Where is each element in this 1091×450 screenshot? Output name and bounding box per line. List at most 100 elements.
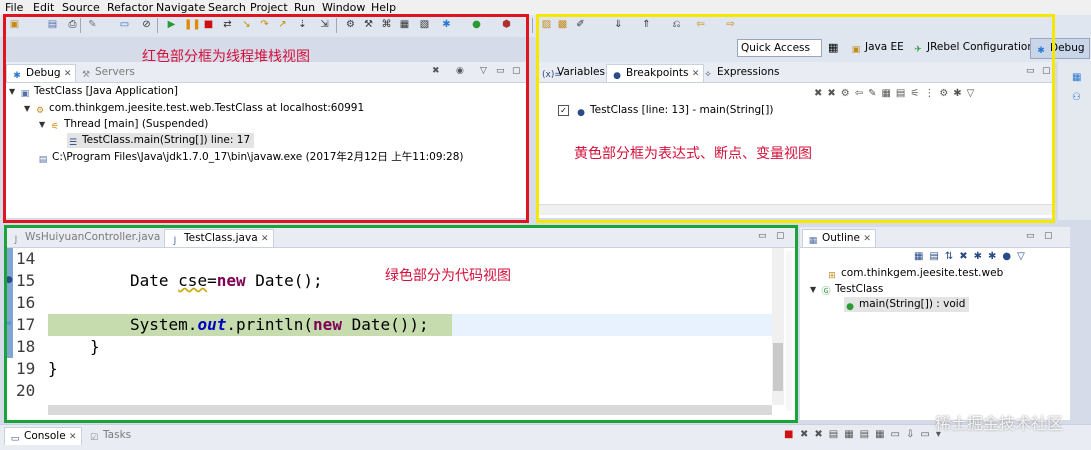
menu-navigate[interactable]: Navigate: [156, 1, 205, 14]
tool-b-icon[interactable]: ⌘: [380, 18, 393, 31]
perspective-java-ee[interactable]: ▣ Java EE: [850, 41, 904, 56]
tool-d-icon[interactable]: ▧: [418, 18, 431, 31]
view-menu-icon[interactable]: ▽: [480, 66, 487, 76]
outline-package[interactable]: ⊞ com.thinkgem.jeesite.test.web: [826, 266, 1003, 281]
close-icon[interactable]: ✕: [69, 432, 77, 442]
console-icon[interactable]: ▭: [118, 18, 131, 31]
tree-item-process[interactable]: ▤ C:\Program Files\Java\jdk1.7.0_17\bin\j…: [37, 150, 464, 165]
next-annotation-icon[interactable]: ⇓: [612, 18, 625, 31]
open-perspective-icon[interactable]: ▦: [828, 41, 838, 54]
open-task-icon[interactable]: ▩: [556, 18, 569, 31]
tab-variables[interactable]: (x)=Variables: [538, 64, 609, 81]
trim-icon-2[interactable]: ⚇: [1072, 92, 1081, 103]
last-edit-icon[interactable]: ⎌: [670, 18, 683, 31]
terminate-icon[interactable]: ■: [202, 18, 215, 31]
tab-debug[interactable]: ✱ Debug ✕: [6, 64, 77, 82]
close-icon[interactable]: ✕: [64, 69, 72, 79]
outline-method[interactable]: ● main(String[]) : void: [844, 297, 970, 312]
breakpoint-marker-icon: ●: [577, 108, 585, 118]
tab-breakpoints[interactable]: ● Breakpoints ✕: [606, 64, 705, 82]
minimize-icon[interactable]: ▭: [496, 66, 505, 76]
debug-run-icon[interactable]: ✱: [440, 18, 453, 31]
open-type-icon[interactable]: ▨: [540, 18, 553, 31]
close-icon[interactable]: ✕: [863, 234, 871, 244]
menu-edit[interactable]: Edit: [33, 1, 54, 14]
breakpoint-gutter-icon[interactable]: ●: [5, 275, 13, 285]
tab-expressions[interactable]: ✧ Expressions: [698, 64, 783, 81]
code-line-19[interactable]: }: [48, 358, 58, 380]
tree-item-target[interactable]: ▼ ⚙ com.thinkgem.jeesite.test.web.TestClas…: [24, 101, 364, 116]
maximize-icon[interactable]: ▢: [512, 66, 521, 76]
code-line-18[interactable]: }: [90, 336, 100, 358]
breakpoint-item[interactable]: ✓ ● TestClass [line: 13] - main(String[]): [558, 103, 773, 118]
new-icon[interactable]: ▣: [8, 18, 21, 31]
menu-bar: File Edit Source Refactor Navigate Searc…: [0, 0, 1091, 15]
forward-icon[interactable]: ⇨: [724, 18, 737, 31]
vertical-scrollbar[interactable]: [772, 248, 784, 405]
horizontal-scrollbar[interactable]: [48, 405, 772, 415]
terminate-console-icon[interactable]: ■: [784, 429, 793, 440]
code-line-15[interactable]: Date cse=new Date();: [130, 270, 323, 292]
tool-a-icon[interactable]: ⚒: [362, 18, 375, 31]
resume-icon[interactable]: ▶: [165, 18, 178, 31]
minimize-icon[interactable]: ▭: [758, 231, 767, 241]
minimize-icon[interactable]: ▭: [1026, 66, 1035, 76]
menu-search[interactable]: Search: [208, 1, 246, 14]
close-icon[interactable]: ✕: [261, 234, 269, 244]
step-into-icon[interactable]: ↘: [240, 18, 253, 31]
editor-annotation: 绿色部分为代码视图: [385, 268, 511, 284]
jrebel-icon: ✈: [914, 45, 922, 55]
run-icon[interactable]: ●: [470, 18, 483, 31]
console-toolbar[interactable]: ✖✖▤▦▤▦▭⇩▭▾: [800, 429, 947, 440]
use-step-filters-icon[interactable]: ⇲: [318, 18, 331, 31]
quick-access-input[interactable]: Quick Access: [737, 39, 822, 57]
external-tools-icon[interactable]: ⬢: [500, 18, 513, 31]
tab-servers[interactable]: ⚒ Servers: [76, 64, 139, 81]
tree-item-stack-frame[interactable]: ☰ TestClass.main(String[]) line: 17: [67, 133, 255, 148]
horizontal-scrollbar[interactable]: [536, 204, 1054, 215]
trim-icon[interactable]: ▦: [1072, 72, 1081, 83]
tab-outline[interactable]: ▦ Outline ✕: [802, 229, 876, 247]
save-icon[interactable]: ▤: [46, 18, 59, 31]
maximize-icon[interactable]: ▢: [1044, 231, 1053, 241]
menu-refactor[interactable]: Refactor: [107, 1, 153, 14]
tree-item-launch[interactable]: ▼ ▣ TestClass [Java Application]: [9, 84, 178, 99]
menu-file[interactable]: File: [5, 1, 23, 14]
tool-c-icon[interactable]: ▦: [398, 18, 411, 31]
tab-wshuiyuan[interactable]: J WsHuiyuanController.java: [6, 229, 164, 246]
tab-tasks[interactable]: ☑ Tasks: [84, 427, 135, 444]
menu-help[interactable]: Help: [371, 1, 396, 14]
step-return-icon[interactable]: ↗: [276, 18, 289, 31]
checkbox-checked[interactable]: ✓: [558, 105, 569, 116]
scrollbar-thumb[interactable]: [773, 343, 783, 391]
print-icon[interactable]: ⎙: [66, 18, 79, 31]
outline-class[interactable]: ▼ Ⓖ TestClass: [810, 282, 883, 297]
tab-testclass[interactable]: J TestClass.java ✕: [164, 229, 274, 247]
step-over-icon[interactable]: ↷: [258, 18, 271, 31]
menu-source[interactable]: Source: [62, 1, 100, 14]
maximize-icon[interactable]: ▢: [776, 231, 785, 241]
tree-item-thread[interactable]: ▼ ⚟ Thread [main] (Suspended): [39, 117, 208, 132]
skip-breakpoints-icon[interactable]: ⊘: [140, 18, 153, 31]
code-line-17[interactable]: System.out.println(new Date());: [130, 314, 429, 336]
disconnect-icon[interactable]: ⇄: [221, 18, 234, 31]
build-icon[interactable]: ⚙: [344, 18, 357, 31]
prev-annotation-icon[interactable]: ⇑: [640, 18, 653, 31]
minimize-icon[interactable]: ▭: [1026, 231, 1035, 241]
back-icon[interactable]: ⇦: [694, 18, 707, 31]
menu-run[interactable]: Run: [294, 1, 315, 14]
menu-project[interactable]: Project: [250, 1, 288, 14]
view-menu-tool-icon[interactable]: ◉: [456, 66, 464, 76]
perspective-jrebel[interactable]: ✈ JRebel Configuration: [912, 41, 1034, 56]
perspective-debug[interactable]: ✱ Debug: [1030, 38, 1090, 59]
breakpoints-toolbar[interactable]: ✖✖⚙⇦✎▦▤⚟⋮⚙✱▽: [814, 88, 979, 99]
suspend-icon[interactable]: ❚❚: [184, 18, 201, 31]
menu-window[interactable]: Window: [322, 1, 365, 14]
debug-tool-icon[interactable]: ✎: [86, 18, 99, 31]
search-tool-icon[interactable]: ✐: [574, 18, 587, 31]
outline-toolbar[interactable]: ▦▤⇅✖✱✱●▽: [914, 251, 1031, 262]
tab-console[interactable]: ▭ Console ✕: [4, 427, 82, 445]
maximize-icon[interactable]: ▢: [1042, 66, 1051, 76]
drop-to-frame-icon[interactable]: ⇣: [296, 18, 309, 31]
remove-launches-icon[interactable]: ✖: [432, 66, 440, 76]
